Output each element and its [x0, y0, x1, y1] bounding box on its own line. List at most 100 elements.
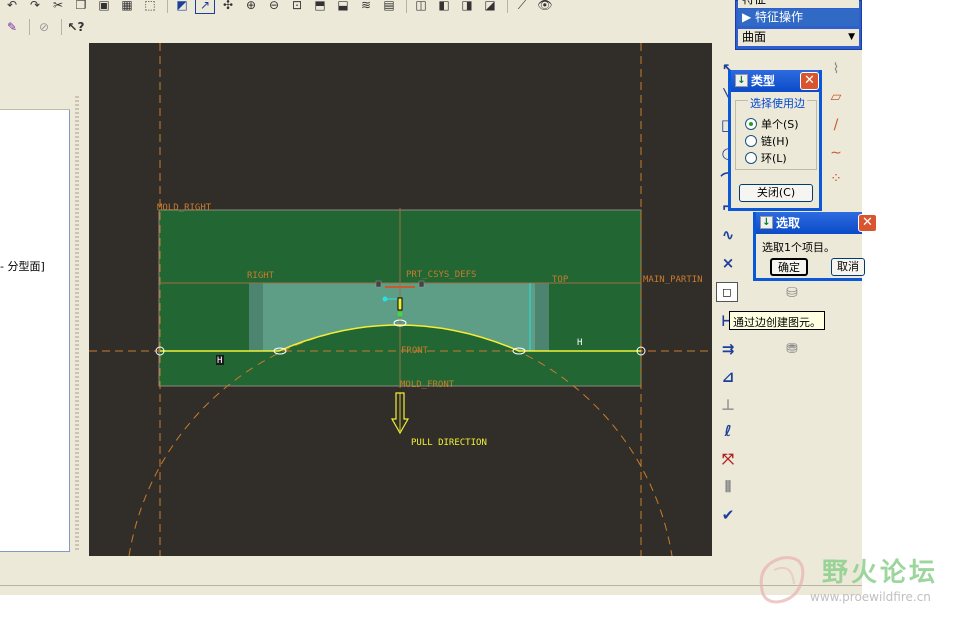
h-marker-left: H [217, 356, 222, 366]
radio-loop-button[interactable] [745, 152, 757, 164]
label-main-parting: MAIN_PARTIN [643, 275, 703, 285]
model-tree-header [0, 96, 70, 110]
hidden-line-icon[interactable]: ◧ [434, 0, 454, 14]
undo-icon[interactable]: ↶ [2, 0, 22, 14]
cad-model-view: H H MOLD_RIGHT RIGHT PRT_CSYS_DEFS TOP M… [89, 43, 712, 556]
sash-grip[interactable] [75, 96, 79, 552]
part-shadow-right [535, 283, 549, 351]
import-icon[interactable]: ⛃ [780, 338, 804, 360]
hide-icon[interactable]: ⊘ [34, 18, 54, 36]
label-right: RIGHT [247, 271, 275, 281]
tooltip: 通过边创建图元。 [729, 311, 825, 330]
view-icon[interactable]: ⬒ [310, 0, 330, 14]
spline-icon[interactable]: ∿ [716, 224, 740, 246]
palette-icon[interactable]: ⛁ [780, 282, 804, 304]
menu-item-feature-ops[interactable]: ▶ 特征操作 [738, 9, 859, 26]
redo-icon[interactable]: ↷ [25, 0, 45, 14]
dimension-icon[interactable]: ⇉ [716, 338, 740, 360]
toolbar-separator [61, 19, 62, 35]
csys-tag-right [418, 280, 425, 288]
rectangle-variant-icon[interactable]: ⌇ [824, 58, 848, 80]
status-bar [0, 585, 862, 595]
menu-manager: 特征 ▶ 特征操作 曲面 ▼ [735, 0, 862, 50]
points-icon[interactable]: ⁘ [824, 168, 848, 190]
zoom-in-icon[interactable]: ⊕ [241, 0, 261, 14]
surface-dropdown-value: 曲面 [742, 30, 767, 44]
select-dialog: 选取 ↓ ✕ 选取1个项目。 确定 取消 [753, 212, 877, 281]
layers-icon[interactable]: ≋ [356, 0, 376, 14]
menu-item-feature-ops-label: 特征操作 [755, 10, 804, 24]
radio-chain-button[interactable] [745, 135, 757, 147]
close-button[interactable]: 关闭(C) [739, 184, 813, 202]
mirror-icon[interactable]: ⫴ [716, 476, 740, 498]
curve-icon[interactable]: ↗ [195, 0, 215, 14]
label-pull-direction: PULL DIRECTION [411, 438, 487, 448]
label-top: TOP [552, 275, 569, 285]
label-front: FRONT [401, 346, 429, 356]
constraint-icon[interactable]: ⊥ [716, 394, 740, 416]
label-mold-front: MOLD_FRONT [400, 380, 455, 390]
done-check-icon[interactable]: ✔ [716, 504, 740, 526]
shading-icon[interactable]: ◪ [480, 0, 500, 14]
trim-icon[interactable]: ⤧ [716, 448, 740, 470]
radio-single[interactable]: 单个(S) [745, 116, 799, 132]
datum-planes-icon[interactable]: ⟋ [512, 0, 532, 14]
close-icon[interactable]: ✕ [800, 72, 819, 90]
forum-watermark: 野火论坛 www.proewildfire.cn [752, 550, 962, 610]
sketch-icon[interactable]: ◩ [172, 0, 192, 14]
sketch-tool-icon[interactable]: ✎ [2, 18, 22, 36]
surface-dropdown[interactable]: 曲面 ▼ [738, 29, 859, 46]
csys-cyan-dot [382, 296, 388, 302]
orient-icon[interactable]: ✣ [218, 0, 238, 14]
select-box-icon[interactable]: ⬚ [140, 0, 160, 14]
parallelogram-icon[interactable]: ▱ [824, 86, 848, 108]
point-icon[interactable]: × [716, 252, 740, 274]
radio-loop[interactable]: 环(L) [745, 150, 787, 166]
text-icon[interactable]: ℓ [716, 420, 740, 442]
label-prt-csys-defs: PRT_CSYS_DEFS [406, 270, 476, 280]
visibility-icon[interactable]: 👁 [535, 0, 555, 14]
type-dialog: 类型 ↓ ✕ 选择使用边 单个(S) 链(H) 环(L) 关闭(C) [728, 70, 822, 211]
toolbar-separator [507, 0, 508, 13]
h-marker-right: H [577, 338, 582, 348]
triangle-right-icon: ▶ [742, 10, 756, 24]
chevron-down-icon: ▼ [848, 32, 855, 42]
group-label: 选择使用边 [748, 95, 807, 111]
menu-item-feature[interactable]: 特征 [738, 0, 859, 8]
radio-chain[interactable]: 链(H) [745, 133, 789, 149]
refit-icon[interactable]: ⊡ [287, 0, 307, 14]
radio-chain-label: 链(H) [761, 135, 789, 148]
regenerate-icon[interactable]: ▦ [117, 0, 137, 14]
model-tree-panel[interactable] [0, 96, 70, 552]
cancel-button[interactable]: 取消 [831, 258, 865, 276]
copy-icon[interactable]: ❐ [71, 0, 91, 14]
slash-icon[interactable]: / [824, 114, 848, 136]
datum-display-icon[interactable]: ⬓ [333, 0, 353, 14]
use-edge-icon[interactable]: ◻ [716, 282, 738, 302]
part-shadow-left [249, 283, 263, 351]
close-icon[interactable]: ✕ [858, 214, 877, 232]
select-message: 选取1个项目。 [762, 241, 835, 254]
secondary-toolbar: ✎ ⊘ ↖? [0, 16, 735, 38]
wireframe-icon[interactable]: ◫ [411, 0, 431, 14]
csys-marker [397, 297, 403, 311]
radio-single-button[interactable] [745, 118, 757, 130]
graphics-viewport[interactable]: H H MOLD_RIGHT RIGHT PRT_CSYS_DEFS TOP M… [89, 43, 712, 556]
paste-icon[interactable]: ▣ [94, 0, 114, 14]
zoom-out-icon[interactable]: ⊖ [264, 0, 284, 14]
whats-this-icon[interactable]: ↖? [66, 18, 86, 36]
label-mold-right: MOLD_RIGHT [157, 203, 212, 213]
dialog-app-icon: ↓ [760, 216, 773, 229]
watermark-text: 野火论坛 [822, 558, 939, 588]
saved-views-icon[interactable]: ▤ [379, 0, 399, 14]
cut-icon[interactable]: ✂ [48, 0, 68, 14]
panel-sash[interactable] [72, 96, 82, 552]
radio-loop-label: 环(L) [761, 152, 787, 165]
ok-button[interactable]: 确定 [770, 258, 808, 276]
toolbar-separator [167, 0, 168, 13]
wave-icon[interactable]: ∼ [824, 142, 848, 164]
tree-item-parting-surface[interactable]: - 分型面] [0, 258, 45, 274]
modify-icon[interactable]: ⊿ [716, 366, 740, 388]
no-hidden-icon[interactable]: ◨ [457, 0, 477, 14]
toolbar-separator [406, 0, 407, 13]
